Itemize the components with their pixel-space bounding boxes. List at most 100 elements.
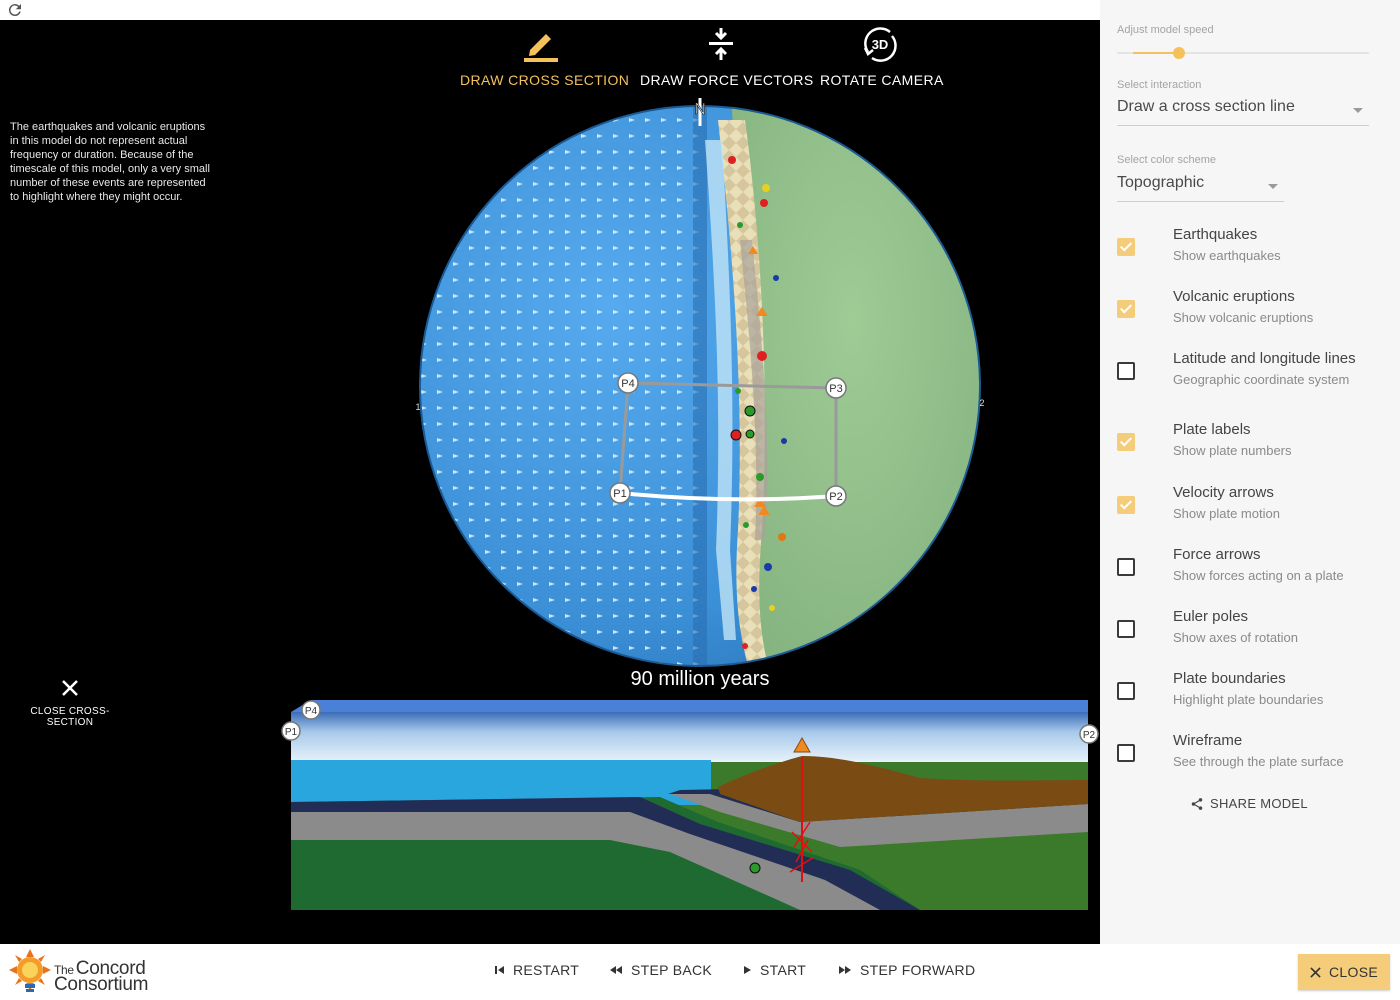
option-wireframe[interactable]: Wireframe See through the plate surface: [1117, 732, 1387, 784]
option-title: Velocity arrows: [1173, 484, 1274, 501]
step-back-button[interactable]: STEP BACK: [609, 962, 712, 978]
step-forward-button[interactable]: STEP FORWARD: [838, 962, 975, 978]
cross-section-p4-label: P4: [305, 706, 318, 717]
checkbox-force-arrows[interactable]: [1117, 558, 1135, 576]
close-icon: [62, 680, 78, 696]
reload-icon[interactable]: [6, 1, 24, 19]
planet-globe[interactable]: P4 P3 P1 P2 N 1 2: [400, 80, 1000, 680]
top-bar: [0, 0, 1100, 20]
restart-button[interactable]: RESTART: [495, 962, 579, 978]
draw-force-vectors-button[interactable]: DRAW FORCE VECTORS: [640, 20, 813, 88]
option-subtitle: Highlight plate boundaries: [1173, 692, 1324, 707]
speed-label: Adjust model speed: [1117, 24, 1214, 36]
cross-section-view: P4 P1 P2: [281, 700, 1099, 910]
north-label: N: [694, 101, 706, 118]
option-subtitle: Geographic coordinate system: [1173, 372, 1350, 387]
pencil-icon: [524, 34, 558, 62]
option-title: Earthquakes: [1173, 226, 1258, 243]
close-cross-section-button[interactable]: CLOSE CROSS-SECTION: [8, 676, 132, 728]
chevron-down-icon: [1268, 184, 1278, 189]
option-title: Wireframe: [1173, 732, 1243, 749]
share-model-label: SHARE MODEL: [1210, 796, 1308, 811]
step-back-label: STEP BACK: [631, 962, 713, 978]
skip-back-icon: [495, 966, 504, 974]
restart-label: RESTART: [513, 962, 580, 978]
checkbox-wireframe[interactable]: [1117, 744, 1135, 762]
point-p4[interactable]: P4: [617, 372, 639, 394]
option-subtitle: Show plate numbers: [1173, 443, 1292, 458]
checkbox-velocity-arrows[interactable]: [1117, 496, 1135, 514]
option-subtitle: Show forces acting on a plate: [1173, 568, 1344, 583]
rotate-camera-button[interactable]: 3D ROTATE CAMERA: [820, 20, 943, 88]
chevron-down-icon: [1353, 108, 1363, 113]
share-icon: [1191, 797, 1203, 810]
color-scheme-label: Select color scheme: [1117, 154, 1217, 166]
option-subtitle: Show axes of rotation: [1173, 630, 1299, 645]
point-p1[interactable]: P1: [609, 482, 631, 504]
settings-panel: Adjust model speed Select interaction Dr…: [1100, 0, 1400, 944]
option-subtitle: See through the plate surface: [1173, 754, 1344, 769]
rewind-icon: [610, 966, 622, 974]
option-subtitle: Show earthquakes: [1173, 248, 1281, 263]
interaction-select-value: Draw a cross section line: [1117, 98, 1295, 115]
close-cross-section-label: CLOSE CROSS-SECTION: [30, 706, 110, 728]
cross-section-p1-label: P1: [285, 727, 298, 738]
point-p2-label: P2: [829, 491, 842, 503]
point-p3-label: P3: [829, 383, 842, 395]
logo-line-2: Consortium: [54, 974, 149, 995]
start-label: START: [760, 962, 807, 978]
start-button[interactable]: START: [742, 962, 806, 978]
option-subtitle: Show plate motion: [1173, 506, 1280, 521]
draw-cross-section-button[interactable]: DRAW CROSS SECTION: [460, 20, 629, 88]
share-model-button[interactable]: SHARE MODEL: [1190, 796, 1308, 811]
checkbox-plate-boundaries[interactable]: [1117, 682, 1135, 700]
checkbox-plate-labels[interactable]: [1117, 433, 1135, 451]
option-lat-long-lines[interactable]: Latitude and longitude lines Geographic …: [1117, 350, 1387, 402]
cross-section-p4: P4: [301, 700, 321, 720]
lightbulb-logo-icon: [9, 949, 51, 992]
close-icon: [1310, 966, 1321, 978]
option-title: Volcanic eruptions: [1173, 288, 1295, 305]
close-label: CLOSE: [1329, 964, 1378, 980]
option-title: Force arrows: [1173, 546, 1261, 563]
compress-arrows-icon: [709, 28, 733, 60]
checkbox-euler-poles[interactable]: [1117, 620, 1135, 638]
option-plate-boundaries[interactable]: Plate boundaries Highlight plate boundar…: [1117, 670, 1387, 722]
checkbox-volcanic-eruptions[interactable]: [1117, 300, 1135, 318]
model-speed-slider[interactable]: [1117, 42, 1369, 64]
option-earthquakes[interactable]: Earthquakes Show earthquakes: [1117, 226, 1387, 278]
cross-section-p2-label: P2: [1083, 730, 1096, 741]
option-title: Plate boundaries: [1173, 670, 1286, 687]
color-scheme-select[interactable]: Topographic: [1117, 174, 1284, 202]
option-title: Euler poles: [1173, 608, 1249, 625]
point-p3[interactable]: P3: [825, 377, 847, 399]
concord-consortium-logo: The Concord Consortium: [8, 948, 168, 996]
point-p2[interactable]: P2: [825, 485, 847, 507]
point-p4-label: P4: [621, 378, 634, 390]
option-volcanic-eruptions[interactable]: Volcanic eruptions Show volcanic eruptio…: [1117, 288, 1387, 340]
bottom-bar: The Concord Consortium RESTART STEP BACK …: [0, 944, 1400, 1000]
option-force-arrows[interactable]: Force arrows Show forces acting on a pla…: [1117, 546, 1387, 598]
option-plate-labels[interactable]: Plate labels Show plate numbers: [1117, 421, 1387, 473]
plate-label-2: 2: [979, 398, 984, 408]
model-stage: DRAW CROSS SECTION DRAW FORCE VECTORS 3D…: [0, 20, 1100, 944]
option-title: Plate labels: [1173, 421, 1251, 438]
cross-section-p2: P2: [1079, 724, 1099, 744]
option-velocity-arrows[interactable]: Velocity arrows Show plate motion: [1117, 484, 1387, 536]
interaction-select-label: Select interaction: [1117, 79, 1202, 91]
checkbox-earthquakes[interactable]: [1117, 238, 1135, 256]
point-p1-label: P1: [613, 488, 626, 500]
step-forward-label: STEP FORWARD: [860, 962, 976, 978]
fast-forward-icon: [839, 966, 851, 974]
rotate-badge: 3D: [872, 37, 889, 52]
events-disclaimer: The earthquakes and volcanic eruptions i…: [10, 121, 210, 203]
close-button[interactable]: CLOSE: [1298, 954, 1390, 990]
checkbox-lat-long-lines[interactable]: [1117, 362, 1135, 380]
interaction-select[interactable]: Draw a cross section line: [1117, 98, 1369, 126]
color-scheme-value: Topographic: [1117, 174, 1205, 191]
slider-thumb[interactable]: [1173, 47, 1185, 59]
play-icon: [744, 966, 751, 974]
option-subtitle: Show volcanic eruptions: [1173, 310, 1314, 325]
option-euler-poles[interactable]: Euler poles Show axes of rotation: [1117, 608, 1387, 660]
plate-label-1: 1: [415, 402, 420, 412]
